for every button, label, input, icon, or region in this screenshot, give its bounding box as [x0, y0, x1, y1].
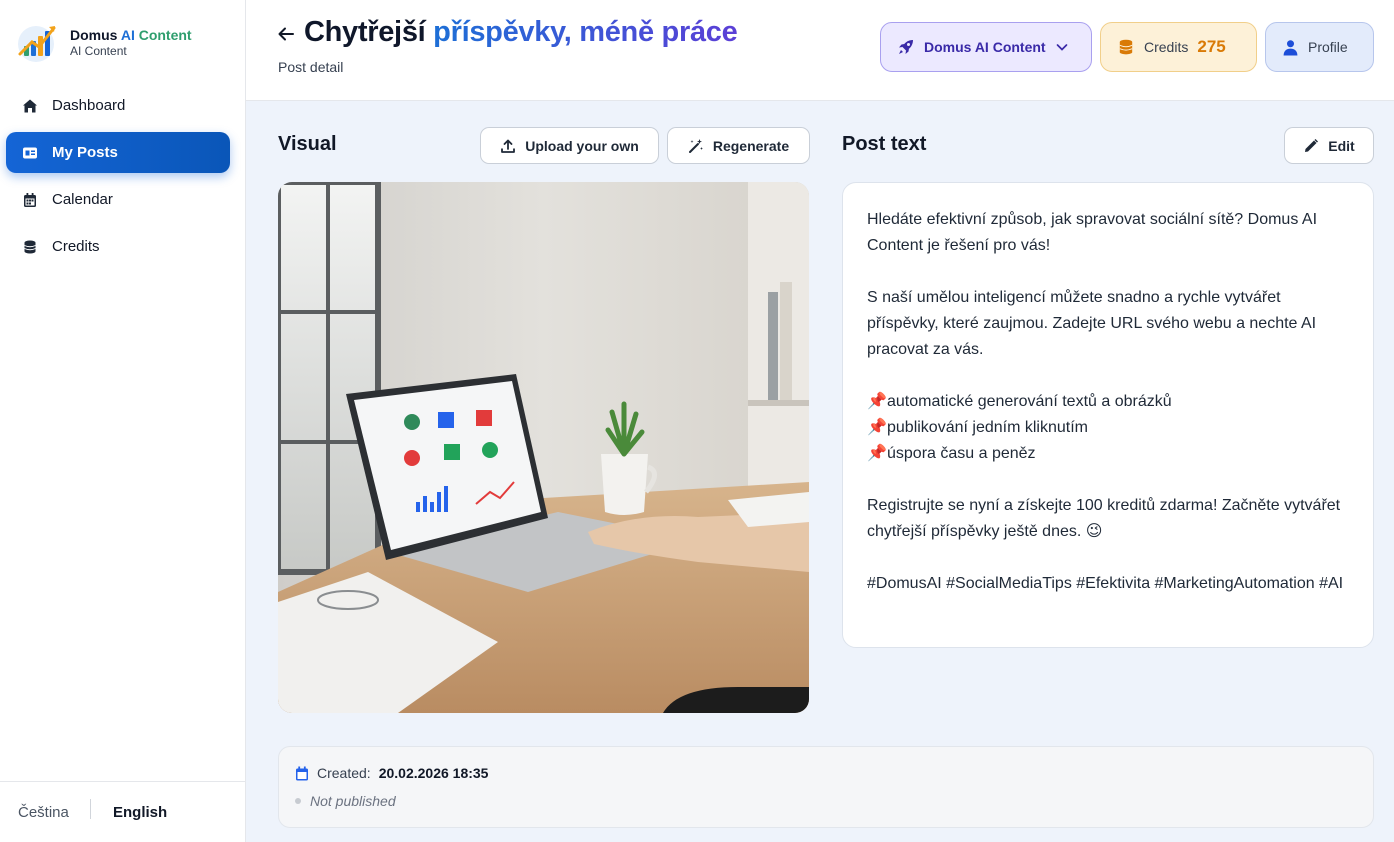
- language-english[interactable]: English: [91, 804, 167, 821]
- page-title: Chytřejší příspěvky, méně práce: [304, 16, 738, 48]
- created-label: Created:: [317, 765, 371, 781]
- pushpin-icon: 📌: [867, 445, 887, 462]
- home-icon: [23, 99, 37, 112]
- post-paragraph: Hledáte efektivní způsob, jak spravovat …: [867, 211, 1318, 254]
- user-icon: [1283, 39, 1298, 55]
- back-arrow-icon[interactable]: [276, 24, 296, 44]
- brand-logo-icon: [14, 20, 58, 64]
- coins-icon: [1119, 39, 1133, 55]
- posts-icon: [23, 147, 37, 158]
- calendar-icon: [296, 766, 308, 780]
- sidebar-item-label: Calendar: [52, 191, 113, 208]
- brand-name: Domus AI Content: [70, 27, 192, 43]
- sidebar: Domus AI Content AI Content Dashboard My…: [0, 0, 246, 842]
- sidebar-item-label: Credits: [52, 238, 100, 255]
- visual-section-title: Visual: [278, 133, 337, 155]
- sidebar-nav: Dashboard My Posts Calendar Credits: [6, 85, 230, 273]
- edit-button[interactable]: Edit: [1284, 127, 1374, 164]
- pushpin-icon: 📌: [867, 419, 887, 436]
- pencil-icon: [1305, 138, 1319, 152]
- post-hashtags: #DomusAI #SocialMediaTips #Efektivita #M…: [867, 575, 1344, 592]
- language-switcher: Čeština English: [0, 781, 246, 842]
- sidebar-item-dashboard[interactable]: Dashboard: [6, 85, 230, 126]
- brand-tagline: AI Content: [70, 44, 127, 58]
- credits-badge[interactable]: Credits 275: [1100, 22, 1257, 72]
- chevron-down-icon: [1056, 44, 1067, 51]
- credits-count: 275: [1197, 37, 1226, 56]
- regenerate-button[interactable]: Regenerate: [667, 127, 810, 164]
- status-text: Not published: [310, 793, 396, 809]
- calendar-icon: [24, 192, 36, 207]
- sidebar-item-label: My Posts: [52, 144, 118, 161]
- post-visual-image: [278, 182, 809, 713]
- upload-your-own-button[interactable]: Upload your own: [480, 127, 659, 164]
- list-item: 📌publikování jedním kliknutím: [867, 415, 1349, 441]
- workspace-selector[interactable]: Domus AI Content: [880, 22, 1092, 72]
- created-date: 20.02.2026 18:35: [378, 765, 489, 781]
- upload-label: Upload your own: [525, 137, 639, 154]
- language-czech[interactable]: Čeština: [0, 804, 90, 821]
- magic-wand-icon: [688, 138, 703, 153]
- post-text-section-title: Post text: [842, 133, 927, 155]
- regenerate-label: Regenerate: [712, 137, 790, 154]
- sidebar-item-my-posts[interactable]: My Posts: [6, 132, 230, 173]
- list-item: 📌úspora času a peněz: [867, 441, 1349, 467]
- profile-button[interactable]: Profile: [1265, 22, 1374, 72]
- post-text-card: Hledáte efektivní způsob, jak spravovat …: [842, 182, 1374, 648]
- profile-label: Profile: [1308, 39, 1348, 55]
- created-info: Created: 20.02.2026 18:35: [295, 765, 488, 781]
- brand[interactable]: Domus AI Content AI Content: [14, 20, 192, 64]
- sidebar-item-credits[interactable]: Credits: [6, 226, 230, 267]
- post-paragraph: S naší umělou inteligencí můžete snadno …: [867, 289, 1317, 358]
- page-subtitle: Post detail: [278, 59, 344, 75]
- status-dot-icon: [295, 798, 301, 804]
- post-paragraph: Registrujte se nyní a získejte 100 kredi…: [867, 497, 1341, 540]
- upload-icon: [501, 139, 516, 153]
- sidebar-item-calendar[interactable]: Calendar: [6, 179, 230, 220]
- publish-status: Not published: [295, 793, 396, 809]
- page-header: Chytřejší příspěvky, méně práce Post det…: [246, 0, 1394, 101]
- rocket-icon: [899, 40, 913, 54]
- pushpin-icon: 📌: [867, 393, 887, 410]
- edit-label: Edit: [1328, 137, 1355, 154]
- sidebar-item-label: Dashboard: [52, 97, 126, 114]
- coins-icon: [24, 240, 36, 253]
- list-item: 📌automatické generování textů a obrázků: [867, 389, 1349, 415]
- credits-label: Credits: [1144, 39, 1189, 55]
- post-meta-panel: Created: 20.02.2026 18:35 Not published: [278, 746, 1374, 828]
- workspace-label: Domus AI Content: [924, 39, 1046, 55]
